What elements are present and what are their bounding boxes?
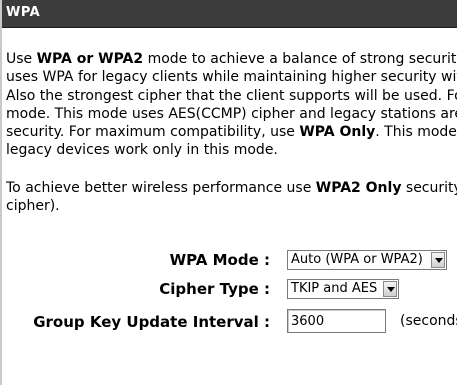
text-segment: Also the strongest cipher that the clien… <box>6 87 457 104</box>
text-segment: legacy devices work only in this mode. <box>6 142 278 159</box>
wpa-mode-label: WPA Mode : <box>169 251 270 269</box>
text-segment: uses WPA for legacy clients while mainta… <box>6 69 457 86</box>
emphasis-text: WPA or WPA2 <box>36 51 144 67</box>
cipher-type-label: Cipher Type : <box>159 280 270 298</box>
cipher-type-value: TKIP and AES <box>291 281 378 296</box>
group-key-interval-input[interactable] <box>287 309 386 333</box>
text-line: security. For maximum compatibility, use… <box>6 123 457 141</box>
dropdown-arrow-icon[interactable] <box>431 252 445 268</box>
emphasis-text: WPA2 Only <box>315 180 402 196</box>
group-key-interval-label: Group Key Update Interval : <box>33 313 270 331</box>
text-line: Use WPA or WPA2 mode to achieve a balanc… <box>6 50 457 68</box>
emphasis-text: WPA Only <box>299 124 376 141</box>
wpa-description: Use WPA or WPA2 mode to achieve a balanc… <box>6 50 457 160</box>
seconds-unit: (seconds) <box>400 313 457 329</box>
text-segment: . This mode <box>375 124 457 141</box>
text-segment: security. For maximum compatibility, use <box>6 124 300 141</box>
wpa-mode-select[interactable]: Auto (WPA or WPA2) <box>287 250 447 270</box>
text-segment: security <box>401 180 457 196</box>
text-line: Also the strongest cipher that the clien… <box>6 87 457 105</box>
text-line: mode. This mode uses AES(CCMP) cipher an… <box>6 105 457 123</box>
text-line: cipher). <box>6 197 457 215</box>
text-segment: mode to achieve a balance of strong secu… <box>143 51 457 67</box>
section-header: WPA <box>2 0 457 28</box>
text-segment: cipher). <box>6 198 60 215</box>
text-line: uses WPA for legacy clients while mainta… <box>6 68 457 86</box>
text-line: legacy devices work only in this mode. <box>6 141 457 159</box>
performance-note: To achieve better wireless performance u… <box>6 179 457 216</box>
cipher-type-select[interactable]: TKIP and AES <box>287 279 399 299</box>
wpa-mode-value: Auto (WPA or WPA2) <box>291 252 423 267</box>
text-segment: mode. This mode uses AES(CCMP) cipher an… <box>6 105 457 122</box>
section-title: WPA <box>6 5 41 20</box>
wpa-settings-panel: WPA Use WPA or WPA2 mode to achieve a ba… <box>0 0 457 385</box>
text-segment: Use <box>6 51 37 67</box>
text-segment: To achieve better wireless performance u… <box>6 180 316 196</box>
dropdown-arrow-icon[interactable] <box>383 281 397 297</box>
text-line: To achieve better wireless performance u… <box>6 179 457 197</box>
